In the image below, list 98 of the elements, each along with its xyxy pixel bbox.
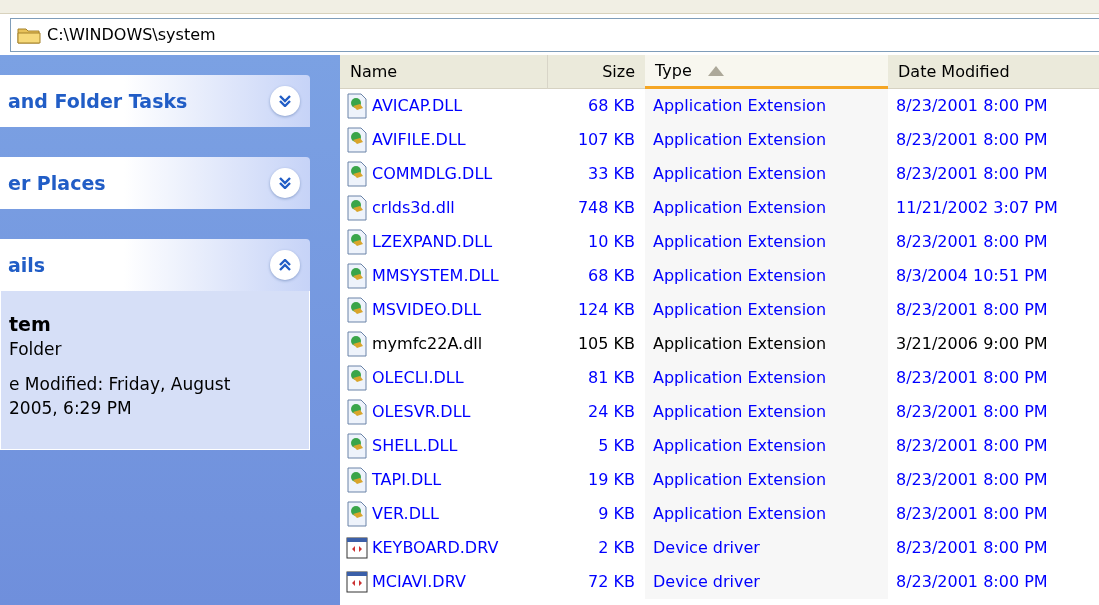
table-cell-text: 24 KB — [588, 401, 635, 423]
table-cell-text: Application Extension — [653, 265, 827, 287]
table-cell-text: 8/23/2001 8:00 PM — [896, 503, 1048, 525]
table-cell-text: 105 KB — [577, 333, 635, 355]
table-cell-text: 8/23/2001 8:00 PM — [896, 129, 1048, 151]
driver-file-icon — [346, 536, 368, 560]
table-cell-text: OLESVR.DLL — [372, 401, 471, 423]
dll-file-icon — [346, 399, 368, 425]
table-cell-text: 8/23/2001 8:00 PM — [896, 469, 1048, 491]
table-cell-text: crlds3d.dll — [372, 197, 455, 219]
table-cell-text: 8/23/2001 8:00 PM — [896, 367, 1048, 389]
panel-header[interactable]: and Folder Tasks — [0, 75, 310, 127]
panel-title: er Places — [8, 170, 106, 196]
table-cell-text: 8/3/2004 10:51 PM — [896, 265, 1048, 287]
dll-file-icon — [346, 297, 368, 323]
chevron-button[interactable] — [270, 168, 300, 198]
dll-file-icon — [346, 331, 368, 357]
driver-file-icon — [346, 570, 368, 594]
detail-text: e Modified: Friday, August 2005, 6:29 PM — [9, 373, 232, 421]
item-type: Folder — [9, 337, 63, 361]
table-cell-text: Application Extension — [653, 231, 827, 253]
table-cell-text: VER.DLL — [372, 503, 439, 525]
dll-file-icon — [346, 501, 368, 527]
table-cell-text: 124 KB — [577, 299, 635, 321]
chevron-icon — [279, 95, 291, 107]
chevron-icon — [279, 177, 291, 189]
table-cell-text: 81 KB — [588, 367, 635, 389]
table-cell-text: Application Extension — [653, 503, 827, 525]
table-cell-text: 11/21/2002 3:07 PM — [896, 197, 1058, 219]
table-cell-text: 8/23/2001 8:00 PM — [896, 299, 1048, 321]
table-cell-text: AVIFILE.DLL — [372, 129, 466, 151]
table-cell-text: 8/23/2001 8:00 PM — [896, 231, 1048, 253]
dll-file-icon — [346, 127, 368, 153]
table-cell-text: Device driver — [653, 537, 760, 559]
table-cell-text: 107 KB — [577, 129, 635, 151]
address-path: C:\WINDOWS\system — [47, 24, 216, 46]
table-cell-text: Application Extension — [653, 95, 827, 117]
column-header[interactable]: Type — [645, 55, 888, 89]
table-cell-text: 8/23/2001 8:00 PM — [896, 435, 1048, 457]
chevron-button[interactable] — [270, 250, 300, 280]
table-cell-text: Device driver — [653, 571, 760, 593]
table-cell-text: Application Extension — [653, 333, 827, 355]
table-cell-text: MSVIDEO.DLL — [372, 299, 482, 321]
dll-file-icon — [346, 161, 368, 187]
table-cell-text: Application Extension — [653, 435, 827, 457]
table-cell-text: 8/23/2001 8:00 PM — [896, 537, 1048, 559]
panel-header[interactable]: er Places — [0, 157, 310, 209]
table-cell-text: Application Extension — [653, 129, 827, 151]
table-cell-text: MMSYSTEM.DLL — [372, 265, 499, 287]
table-cell-text: SHELL.DLL — [372, 435, 458, 457]
table-cell-text: mymfc22A.dll — [372, 333, 483, 355]
table-cell-text: Application Extension — [653, 163, 827, 185]
table-cell-text: 19 KB — [588, 469, 635, 491]
dll-file-icon — [346, 195, 368, 221]
table-cell-text: 68 KB — [588, 95, 635, 117]
sort-arrow-icon — [707, 65, 724, 76]
dll-file-icon — [346, 365, 368, 391]
dll-file-icon — [346, 229, 368, 255]
table-cell-text: Application Extension — [653, 367, 827, 389]
table-cell-text: AVICAP.DLL — [372, 95, 463, 117]
chevron-button[interactable] — [270, 86, 300, 116]
table-cell-text: Application Extension — [653, 401, 827, 423]
panel-title: ails — [8, 252, 46, 278]
table-cell-text: 3/21/2006 9:00 PM — [896, 333, 1048, 355]
table-cell-text: 8/23/2001 8:00 PM — [896, 571, 1048, 593]
dll-file-icon — [346, 93, 368, 119]
column-header[interactable]: Size — [548, 55, 645, 89]
table-cell-text: 72 KB — [588, 571, 635, 593]
table-cell-text: OLECLI.DLL — [372, 367, 464, 389]
dll-file-icon — [346, 467, 368, 493]
table-cell-text: Application Extension — [653, 469, 827, 491]
table-cell-text: 8/23/2001 8:00 PM — [896, 401, 1048, 423]
table-cell-text: COMMDLG.DLL — [372, 163, 493, 185]
dll-file-icon — [346, 433, 368, 459]
panel-title: and Folder Tasks — [8, 88, 188, 114]
table-cell-text: 5 KB — [598, 435, 635, 457]
table-cell-text: Application Extension — [653, 299, 827, 321]
chevron-icon — [279, 259, 291, 271]
address-bar[interactable]: C:\WINDOWS\system — [10, 18, 1099, 52]
panel-header[interactable]: ails — [0, 239, 310, 291]
item-name: tem — [9, 312, 52, 337]
table-cell-text: 8/23/2001 8:00 PM — [896, 163, 1048, 185]
table-cell-text: 68 KB — [588, 265, 635, 287]
column-header[interactable]: Name — [340, 55, 548, 89]
table-cell-text: MCIAVI.DRV — [372, 571, 466, 593]
table-cell-text: 33 KB — [588, 163, 635, 185]
table-cell-text: TAPI.DLL — [372, 469, 442, 491]
table-cell-text: KEYBOARD.DRV — [372, 537, 499, 559]
table-cell-text: 748 KB — [577, 197, 635, 219]
table-cell-text: 9 KB — [598, 503, 635, 525]
table-cell-text: Application Extension — [653, 197, 827, 219]
table-cell-text: 2 KB — [598, 537, 635, 559]
table-cell-text: 10 KB — [588, 231, 635, 253]
table-cell-text: 8/23/2001 8:00 PM — [896, 95, 1048, 117]
dll-file-icon — [346, 263, 368, 289]
table-cell-text: LZEXPAND.DLL — [372, 231, 493, 253]
folder-icon — [17, 25, 41, 45]
column-header[interactable]: Date Modified — [888, 55, 1099, 89]
